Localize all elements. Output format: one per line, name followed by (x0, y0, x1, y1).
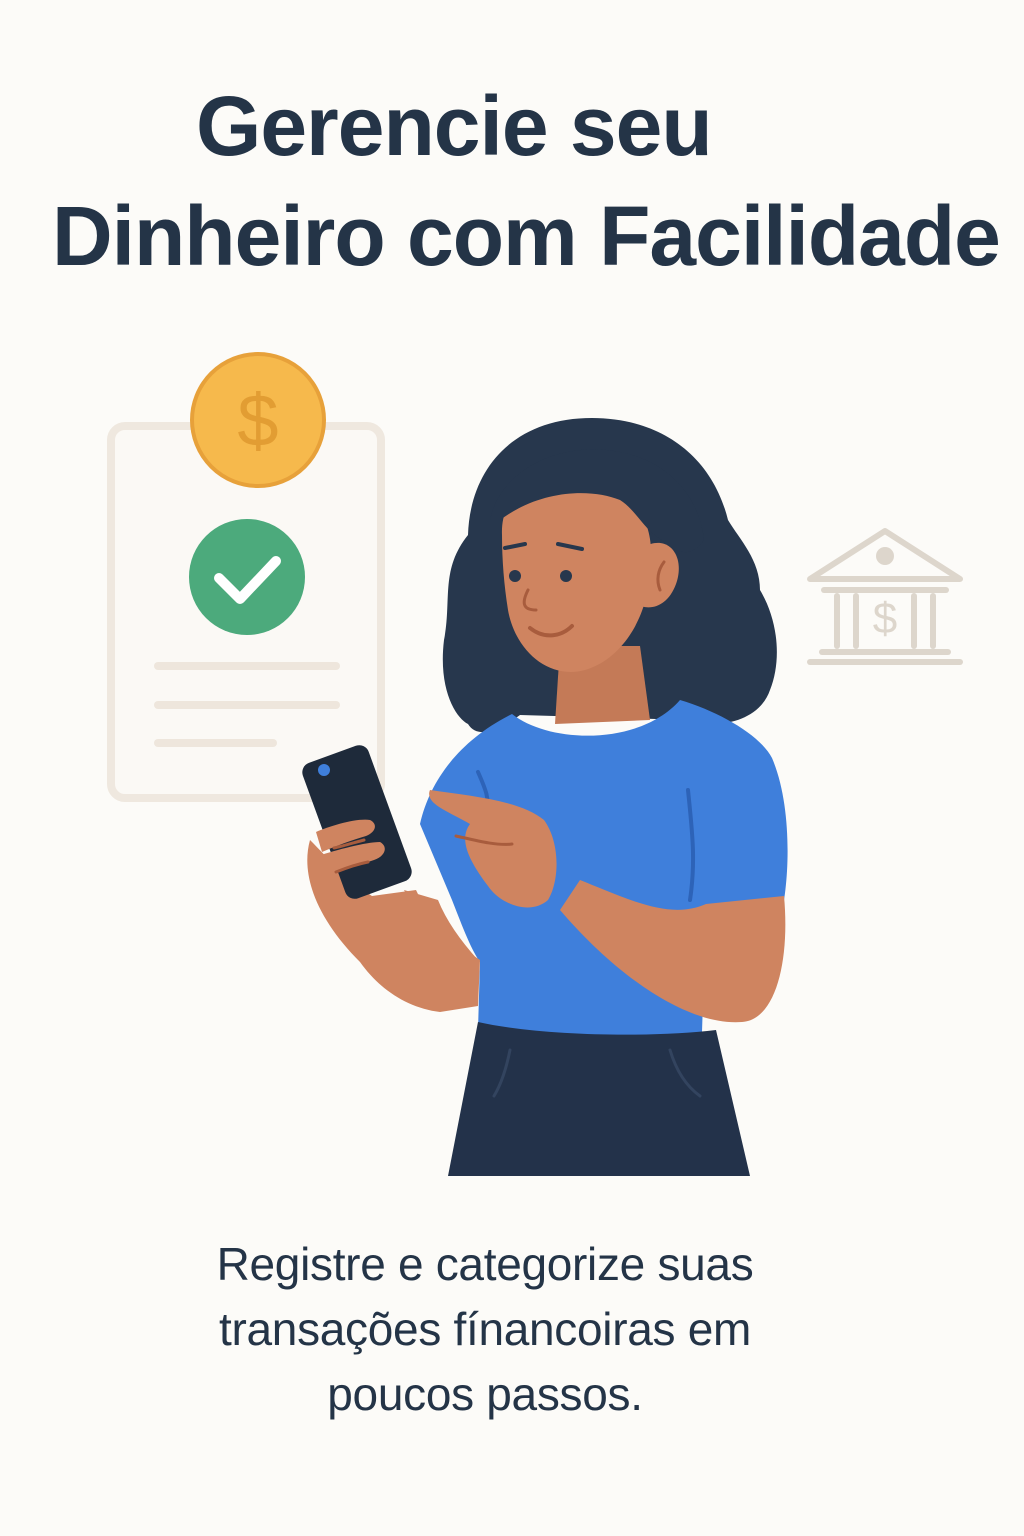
coin-symbol: $ (237, 379, 278, 462)
bank-icon: $ (807, 528, 963, 665)
subtitle-line-1: Registre e categorize suas (216, 1238, 754, 1290)
headline-line-1: Gerencie seu (196, 79, 713, 173)
subtitle: Registre e categorize suas transações fí… (120, 1232, 850, 1427)
bank-symbol: $ (873, 594, 897, 643)
subtitle-line-3: poucos passos. (327, 1368, 643, 1420)
check-circle-icon (189, 519, 305, 635)
onboarding-screen: Gerencie seu Dinheiro com Facilidade $ $… (0, 0, 1024, 1536)
subtitle-line-2: transações fínancoiras em (219, 1303, 751, 1355)
hero-illustration: $ $ (0, 330, 1024, 1200)
headline-line-2: Dinheiro com Facilidade (52, 189, 1001, 283)
coin-dollar-icon: $ (190, 352, 326, 488)
